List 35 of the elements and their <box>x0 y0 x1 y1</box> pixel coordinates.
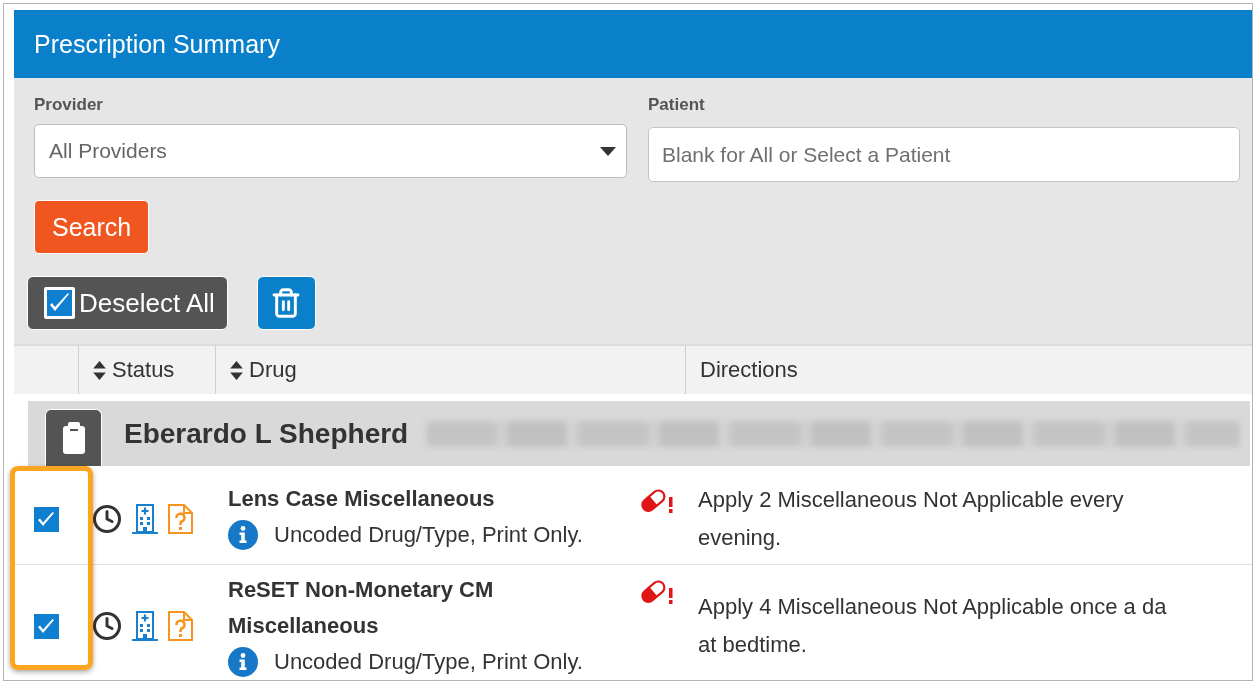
drug-name: ReSET Non-Monetary CM Miscellaneous <box>228 576 495 640</box>
clipboard-button[interactable] <box>45 409 102 466</box>
row-checkbox[interactable] <box>33 613 59 639</box>
column-header: Directions <box>685 346 1252 394</box>
field-label: Patient <box>648 95 705 115</box>
directions-text: Apply 4 Miscellaneous Not Applicable once a da at bedtime. <box>698 593 1167 659</box>
clock-icon <box>92 504 122 534</box>
checkmark-icon <box>37 618 55 634</box>
document-question-icon <box>168 611 193 641</box>
field-label: Provider <box>34 95 103 115</box>
directions-text: Apply 2 Miscellaneous Not Applicable every evening. <box>698 486 1124 552</box>
patient-input[interactable]: Blank for All or Select a Patient <box>648 127 1240 182</box>
sort-icon <box>93 360 106 380</box>
column-header[interactable]: Status <box>78 346 215 394</box>
provider-select[interactable]: All Providers <box>34 124 627 178</box>
patient-name: Eberardo L Shepherd <box>124 417 409 450</box>
dropdown-caret-icon <box>600 146 616 156</box>
drug-note: Uncoded Drug/Type, Print Only. <box>274 649 583 675</box>
row-checkbox[interactable] <box>33 506 59 532</box>
checkbox-icon <box>44 287 75 319</box>
panel-title: Prescription Summary <box>34 29 280 59</box>
drug-name: Lens Case Miscellaneous <box>228 485 495 513</box>
hospital-icon <box>132 504 158 534</box>
deselect-all-button[interactable]: Deselect All <box>27 276 228 330</box>
document-question-icon <box>168 504 193 534</box>
checkmark-icon <box>37 511 55 527</box>
sort-icon <box>230 360 243 380</box>
clock-icon <box>92 611 122 641</box>
clipboard-icon <box>62 422 85 454</box>
info-icon <box>228 520 258 550</box>
delete-button[interactable] <box>256 276 316 330</box>
info-icon <box>228 647 258 677</box>
hospital-icon <box>132 611 158 641</box>
drug-note: Uncoded Drug/Type, Print Only. <box>274 522 583 548</box>
column-header[interactable]: Drug <box>215 346 685 394</box>
